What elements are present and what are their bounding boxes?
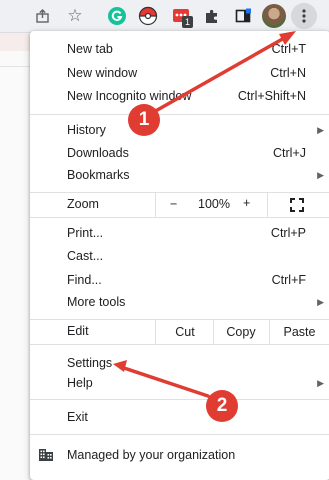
menu-separator [30,217,329,218]
profile-avatar[interactable] [262,4,286,28]
annotation-badge-1: 1 [128,104,160,136]
menu-item-shortcut: Ctrl+P [270,226,306,240]
menu-item-shortcut: Ctrl+T [271,42,306,56]
paste-button[interactable]: Paste [269,320,329,344]
more-menu-icon[interactable] [291,3,317,29]
menu-item-downloads[interactable]: Downloads Ctrl+J [30,142,329,164]
menu-item-label: Bookmarks [67,168,130,182]
menu-item-shortcut: Ctrl+J [273,146,306,160]
menu-separator [30,114,329,115]
cell-divider [155,320,156,344]
menu-item-new-incognito-window[interactable]: New Incognito window Ctrl+Shift+N [30,85,329,107]
menu-item-shortcut: Ctrl+N [270,66,306,80]
menu-item-label: Cast... [67,249,104,263]
menu-item-label: Settings [67,356,113,370]
menu-item-find[interactable]: Find... Ctrl+F [30,269,329,291]
zoom-row: Zoom − 100% + [30,193,329,217]
cut-button[interactable]: Cut [157,320,213,344]
submenu-arrow-icon: ▶ [317,296,324,307]
menu-separator [30,399,329,400]
annotation-badge-2: 2 [206,390,238,422]
menu-item-label: More tools [67,295,126,309]
menu-item-label: Help [67,376,93,390]
page-tint [0,33,30,51]
menu-item-label: Exit [67,410,88,424]
menu-separator [30,344,329,345]
menu-separator [30,434,329,435]
zoom-in-button[interactable]: + [243,196,250,210]
chrome-main-menu: New tab Ctrl+T New window Ctrl+N New Inc… [30,31,329,480]
menu-item-cast[interactable]: Cast... [30,245,329,267]
fullscreen-icon[interactable] [290,198,304,212]
zoom-out-button[interactable]: − [170,197,177,211]
copy-button[interactable]: Copy [213,320,269,344]
page-divider [0,66,30,67]
menu-item-shortcut: Ctrl+Shift+N [237,89,306,103]
browser-toolbar: ☆ 1 [0,0,329,33]
edit-label: Edit [67,324,89,338]
menu-item-help[interactable]: Help ▶ [30,372,329,394]
menu-item-label: History [67,123,106,137]
menu-item-print[interactable]: Print... Ctrl+P [30,222,329,244]
edit-row: Edit Cut Copy Paste [30,320,329,344]
cell-divider [267,193,268,217]
page-background [0,33,30,480]
puzzle-icon[interactable] [201,5,223,27]
side-panel-icon[interactable] [232,5,254,27]
menu-item-settings[interactable]: Settings [30,352,329,374]
zoom-label: Zoom [67,197,99,211]
managed-by-organization[interactable]: Managed by your organization [30,439,329,471]
menu-item-exit[interactable]: Exit [30,406,329,428]
menu-item-label: Print... [67,226,104,240]
bookmark-star-icon[interactable]: ☆ [64,5,86,27]
pokeball-icon[interactable] [137,5,159,27]
menu-item-label: Downloads [67,146,129,160]
menu-item-more-tools[interactable]: More tools ▶ [30,291,329,313]
extension-badge: 1 [182,16,193,28]
submenu-arrow-icon: ▶ [317,124,324,135]
menu-item-label: Find... [67,273,102,287]
menu-item-label: New tab [67,42,113,56]
menu-item-bookmarks[interactable]: Bookmarks ▶ [30,164,329,186]
menu-item-new-tab[interactable]: New tab Ctrl+T [30,38,329,60]
zoom-level: 100% [198,197,230,211]
menu-item-label: New window [67,66,138,80]
menu-item-new-window[interactable]: New window Ctrl+N [30,62,329,84]
submenu-arrow-icon: ▶ [317,377,324,388]
menu-item-shortcut: Ctrl+F [271,273,306,287]
submenu-arrow-icon: ▶ [317,169,324,180]
cell-divider [155,193,156,217]
menu-item-history[interactable]: History ▶ [30,119,329,141]
menu-item-label: New Incognito window [67,89,192,103]
managed-label: Managed by your organization [67,448,236,462]
share-icon[interactable] [32,5,54,27]
grammarly-icon[interactable] [106,5,128,27]
building-icon [38,448,54,462]
